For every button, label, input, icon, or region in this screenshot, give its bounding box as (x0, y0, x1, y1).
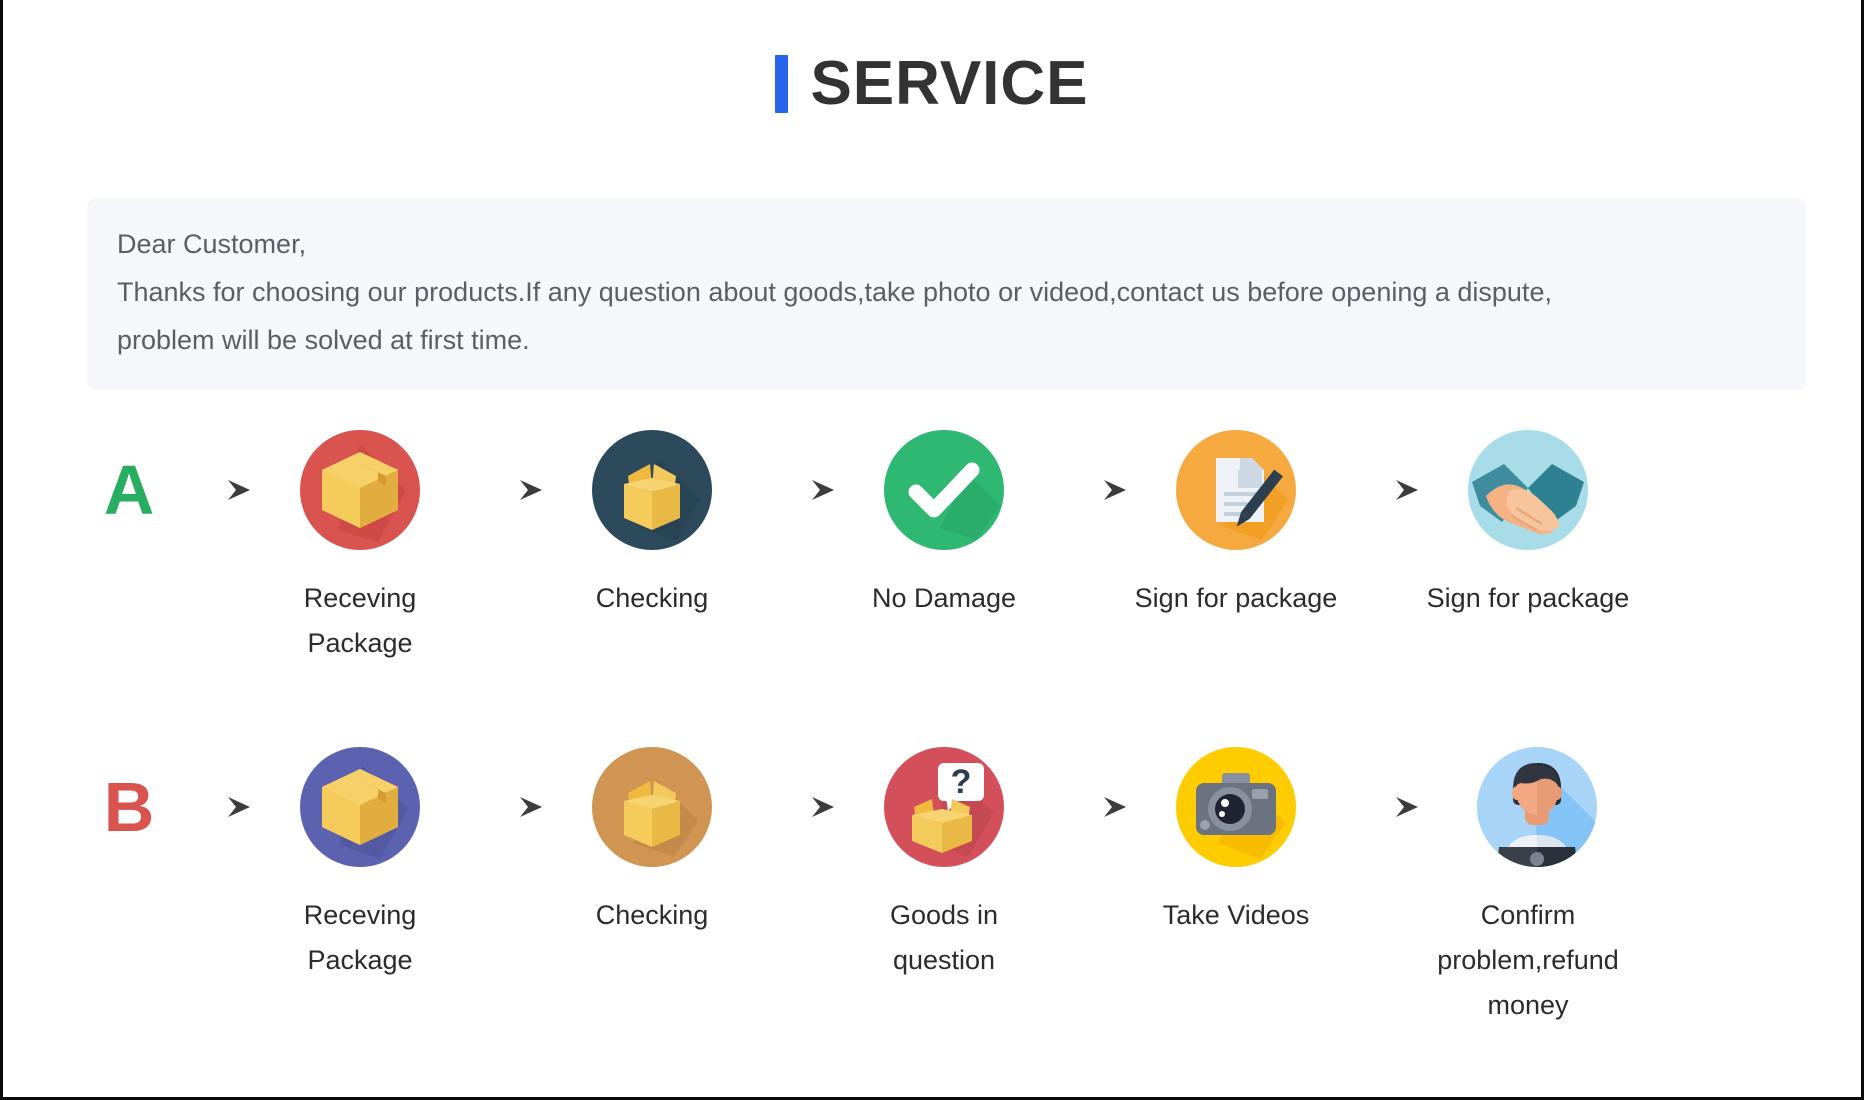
closed-box-icon (300, 430, 420, 550)
flow-a-step-5-label: Sign for package (1426, 583, 1630, 613)
question-box-icon: ? (884, 747, 1004, 867)
title-accent-bar (775, 55, 789, 113)
flow-a-step-1: Receving Package (257, 430, 463, 666)
support-person-icon (1476, 747, 1597, 867)
right-arrow-icon (755, 747, 841, 867)
customer-notice-panel: Dear Customer, Thanks for choosing our p… (87, 198, 1806, 390)
flow-b-step-4-label: Take Videos (1162, 900, 1310, 930)
camera-icon (1176, 747, 1296, 867)
flow-a-step-4-label: Sign for package (1134, 583, 1338, 613)
flow-a-step-1-label: Receving Package (303, 583, 417, 658)
flow-b-step-5-label: Confirm problem,refund money (1437, 900, 1619, 1020)
handshake-icon (1468, 430, 1588, 550)
flow-a-step-5: Sign for package (1425, 430, 1631, 621)
flow-row-a: A Receving Package Checking No Damage Si… (87, 430, 1806, 666)
flow-b-step-1-label: Receving Package (303, 900, 417, 975)
checkmark-icon (884, 430, 1004, 550)
flow-a-step-4: Sign for package (1133, 430, 1339, 621)
document-pen-icon (1176, 430, 1296, 550)
flow-a-step-2: Checking (549, 430, 755, 621)
notice-line-1: Dear Customer, (117, 229, 307, 259)
service-page: SERVICE Dear Customer, Thanks for choosi… (0, 0, 1864, 1100)
right-arrow-icon (463, 747, 549, 867)
flow-a-letter: A (103, 451, 155, 529)
open-box-icon (592, 747, 712, 867)
right-arrow-icon (171, 747, 257, 867)
notice-line-3: problem will be solved at first time. (117, 325, 530, 355)
flow-a-step-2-label: Checking (595, 583, 709, 613)
flow-b-step-5: Confirm problem,refund money (1425, 747, 1648, 1028)
flow-b-letter: B (103, 768, 155, 846)
closed-box-icon (300, 747, 420, 867)
svg-text:?: ? (951, 763, 972, 801)
flow-b-step-2: Checking (549, 747, 755, 938)
flow-row-b: B Receving Package Checking ? Goods in q… (87, 747, 1806, 1028)
flow-b-step-3-label: Goods in question (889, 900, 999, 975)
open-box-icon (592, 430, 712, 550)
flow-a-step-3-label: No Damage (871, 583, 1017, 613)
right-arrow-icon (171, 430, 257, 550)
page-title: SERVICE (3, 44, 1861, 124)
right-arrow-icon (1339, 747, 1425, 867)
flow-b-step-2-label: Checking (595, 900, 709, 930)
flow-a-step-3: No Damage (841, 430, 1047, 621)
flow-b-step-3: ? Goods in question (841, 747, 1047, 983)
flow-b-step-1: Receving Package (257, 747, 463, 983)
page-title-text: SERVICE (810, 49, 1089, 118)
notice-line-2: Thanks for choosing our products.If any … (117, 277, 1552, 307)
right-arrow-icon (463, 430, 549, 550)
right-arrow-icon (755, 430, 841, 550)
right-arrow-icon (1047, 430, 1133, 550)
right-arrow-icon (1047, 747, 1133, 867)
flow-b-step-4: Take Videos (1133, 747, 1339, 938)
right-arrow-icon (1339, 430, 1425, 550)
